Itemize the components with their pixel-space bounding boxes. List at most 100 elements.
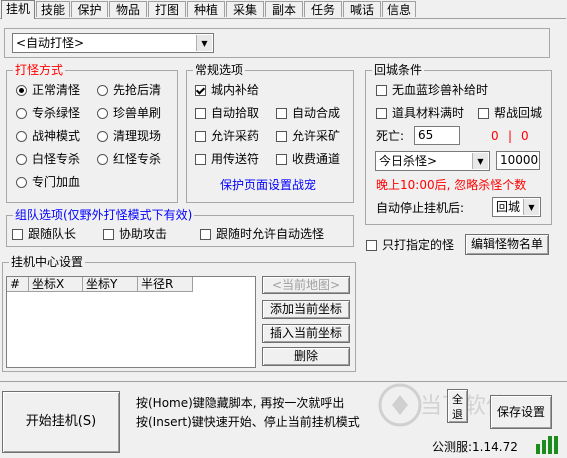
checkbox-label: 无血蓝珍兽补给时 xyxy=(392,83,489,97)
checkbox-label: 收费通道 xyxy=(292,152,341,166)
radio-label: 专门加血 xyxy=(32,175,81,189)
checkbox-label: 自动合成 xyxy=(292,106,341,120)
button-label: 保存设置 xyxy=(496,405,545,419)
tab-protect[interactable]: 保护 xyxy=(71,1,108,17)
checkbox-paid-channel[interactable] xyxy=(276,154,287,165)
tab-map[interactable]: 打图 xyxy=(148,1,186,17)
checkbox-label: 允许采药 xyxy=(211,129,260,143)
current-map-button[interactable]: <当前地图> xyxy=(262,276,350,294)
chevron-down-icon[interactable]: ▼ xyxy=(472,153,488,169)
death-label: 死亡: xyxy=(376,129,405,143)
tab-gather[interactable]: 采集 xyxy=(226,1,264,17)
radio-label: 珍兽单刷 xyxy=(113,106,162,120)
radio-label: 红怪专杀 xyxy=(113,152,162,166)
button-label: <当前地图> xyxy=(271,278,341,292)
button-label: 添加当前坐标 xyxy=(269,302,342,316)
tab-guaji[interactable]: 挂机 xyxy=(1,0,35,19)
radio-label: 白怪专杀 xyxy=(32,152,81,166)
insert-coord-button[interactable]: 插入当前坐标 xyxy=(262,324,350,343)
radio-normal-clear[interactable] xyxy=(16,85,27,96)
death-value: 65 xyxy=(418,128,434,142)
col-index[interactable]: # xyxy=(7,277,29,292)
tab-skills[interactable]: 技能 xyxy=(36,1,70,17)
checkbox-label: 用传送符 xyxy=(211,152,260,166)
radio-label: 专杀绿怪 xyxy=(32,106,81,120)
hint-insert: 按(Insert)键快速开始、停止当前挂机模式 xyxy=(136,415,360,429)
kill-limit-input[interactable]: 10000 xyxy=(496,151,540,170)
checkbox-allow-mine[interactable] xyxy=(276,131,287,142)
button-label: 开始挂机(S) xyxy=(25,414,97,429)
radio-label: 清理现场 xyxy=(113,129,162,143)
coord-table[interactable]: # 坐标X 坐标Y 半径R xyxy=(6,276,256,368)
general-title: 常规选项 xyxy=(193,63,246,77)
col-radius[interactable]: 半径R xyxy=(138,277,193,292)
add-coord-button[interactable]: 添加当前坐标 xyxy=(262,300,350,319)
checkbox-label: 跟随队长 xyxy=(28,227,77,241)
count-separator: | xyxy=(508,129,513,143)
checkbox-allow-herb[interactable] xyxy=(195,131,206,142)
chevron-down-icon[interactable]: ▼ xyxy=(196,35,212,51)
tab-info[interactable]: 信息 xyxy=(382,1,416,17)
button-label: 删除 xyxy=(293,349,318,363)
radio-white-only[interactable] xyxy=(16,154,27,165)
death-count: 0 xyxy=(491,129,499,143)
after-stop-value: 回城 xyxy=(496,200,521,214)
save-settings-button[interactable]: 保存设置 xyxy=(490,395,552,429)
button-label: 插入当前坐标 xyxy=(269,326,342,340)
radio-green-only[interactable] xyxy=(16,108,27,119)
radio-label: 战神模式 xyxy=(32,129,81,143)
tab-dungeon[interactable]: 副本 xyxy=(265,1,303,17)
radio-war-god[interactable] xyxy=(16,131,27,142)
pet-settings-link[interactable]: 保护页面设置战宠 xyxy=(220,178,316,192)
start-hang-button[interactable]: 开始挂机(S) xyxy=(2,391,120,453)
checkbox-label: 城内补给 xyxy=(211,83,260,97)
kill-limit-value: 10000 xyxy=(500,153,539,167)
chevron-down-icon[interactable]: ▼ xyxy=(523,199,539,215)
radio-clean-field[interactable] xyxy=(97,131,108,142)
checkbox-label: 协助攻击 xyxy=(119,227,168,241)
checkbox-assist-attack[interactable] xyxy=(103,229,114,240)
tab-bar: 挂机 技能 保护 物品 打图 种植 采集 副本 任务 喊话 信息 xyxy=(0,0,567,19)
checkbox-guild-war-return[interactable] xyxy=(478,108,489,119)
radio-red-only[interactable] xyxy=(97,154,108,165)
tab-plant[interactable]: 种植 xyxy=(187,1,225,17)
center-title: 挂机中心设置 xyxy=(9,255,86,269)
night-notice: 晚上10:00后, 忽略杀怪个数 xyxy=(376,178,527,192)
button-label: 全退 xyxy=(452,393,463,421)
col-x[interactable]: 坐标X xyxy=(29,277,83,292)
radio-grab-first[interactable] xyxy=(97,85,108,96)
radio-heal-only[interactable] xyxy=(16,177,27,188)
col-y[interactable]: 坐标Y xyxy=(83,277,138,292)
radio-pet-solo[interactable] xyxy=(97,108,108,119)
kill-count: 0 xyxy=(521,129,529,143)
checkbox-teleport[interactable] xyxy=(195,154,206,165)
mode-select[interactable]: <自动打怪> ▼ xyxy=(12,33,214,53)
version-label: 公测服:1.14.72 xyxy=(432,440,518,454)
death-input[interactable]: 65 xyxy=(414,126,460,145)
tab-quest[interactable]: 任务 xyxy=(304,1,342,17)
checkbox-label: 允许采矿 xyxy=(292,129,341,143)
after-stop-select[interactable]: 回城 ▼ xyxy=(492,197,541,217)
team-title: 组队选项(仅野外打怪模式下有效) xyxy=(13,208,195,222)
edit-monster-list-button[interactable]: 编辑怪物名单 xyxy=(465,234,549,255)
kill-condition-select[interactable]: 今日杀怪> ▼ xyxy=(375,151,490,171)
checkbox-no-pet-supply[interactable] xyxy=(376,85,387,96)
return-city-title: 回城条件 xyxy=(372,63,425,77)
checkbox-label: 道具材料满时 xyxy=(392,106,465,120)
tab-items[interactable]: 物品 xyxy=(109,1,147,17)
signal-icon xyxy=(534,434,560,454)
delete-coord-button[interactable]: 删除 xyxy=(262,347,350,366)
quit-all-button[interactable]: 全退 xyxy=(447,389,468,423)
checkbox-city-supply[interactable] xyxy=(195,85,206,96)
checkbox-auto-pickup[interactable] xyxy=(195,108,206,119)
checkbox-bag-full[interactable] xyxy=(376,108,387,119)
checkbox-label: 跟随时允许自动选怪 xyxy=(216,227,325,241)
kill-condition-value: 今日杀怪> xyxy=(379,154,438,168)
radio-label: 正常清怪 xyxy=(32,83,81,97)
tab-shout[interactable]: 喊话 xyxy=(343,1,381,17)
checkbox-label: 自动拾取 xyxy=(211,106,260,120)
checkbox-auto-combine[interactable] xyxy=(276,108,287,119)
checkbox-follow-auto-select[interactable] xyxy=(200,229,211,240)
checkbox-follow-leader[interactable] xyxy=(12,229,23,240)
checkbox-only-specified[interactable] xyxy=(366,240,377,251)
